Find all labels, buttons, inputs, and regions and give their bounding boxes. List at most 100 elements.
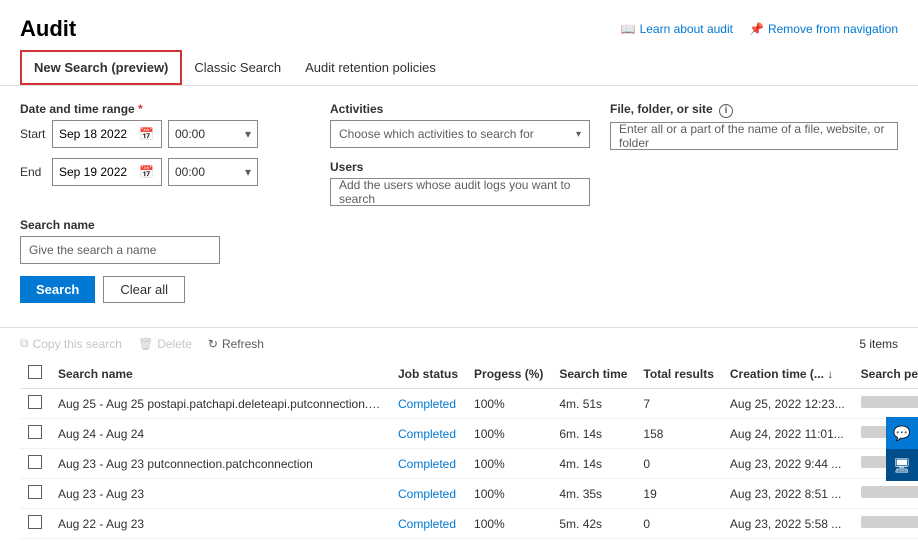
start-calendar-icon[interactable]: 📅	[139, 127, 154, 141]
results-toolbar: ⧉ Copy this search 🗑 Delete ↻ Refresh 5 …	[0, 327, 918, 359]
col-job-status: Job status	[390, 359, 466, 389]
row4-status[interactable]: Completed	[390, 479, 466, 509]
results-table: Search name Job status Progess (%) Searc…	[20, 359, 918, 539]
header-links: 📖 Learn about audit 📌 Remove from naviga…	[621, 22, 898, 36]
monitor-button[interactable]: 🖥	[886, 449, 918, 481]
row2-status[interactable]: Completed	[390, 419, 466, 449]
row5-checkbox[interactable]	[28, 515, 42, 529]
row4-search-name[interactable]: Aug 23 - Aug 23	[50, 479, 390, 509]
tab-new-search[interactable]: New Search (preview)	[20, 50, 182, 85]
search-name-label: Search name	[20, 218, 898, 232]
start-date-field[interactable]	[59, 127, 135, 141]
col-performed-by: Search performed by	[853, 359, 918, 389]
row4-progress: 100%	[466, 479, 551, 509]
row1-user-blurred	[861, 396, 918, 408]
row5-search-name[interactable]: Aug 22 - Aug 23	[50, 509, 390, 539]
row5-status[interactable]: Completed	[390, 509, 466, 539]
date-time-label: Date and time range *	[20, 102, 310, 116]
start-date-input[interactable]: 📅	[52, 120, 162, 148]
row3-status[interactable]: Completed	[390, 449, 466, 479]
book-icon: 📖	[621, 22, 636, 36]
file-label: File, folder, or site i	[610, 102, 898, 118]
row3-search-name[interactable]: Aug 23 - Aug 23 putconnection.patchconne…	[50, 449, 390, 479]
row1-checkbox[interactable]	[28, 395, 42, 409]
row4-performed-by	[853, 479, 918, 509]
users-input[interactable]: Add the users whose audit logs you want …	[330, 178, 590, 206]
row2-checkbox[interactable]	[28, 425, 42, 439]
row4-checkbox[interactable]	[28, 485, 42, 499]
end-date-input[interactable]: 📅	[52, 158, 162, 186]
start-date-row: Start 📅 00:00 ▾	[20, 120, 310, 148]
clear-all-button[interactable]: Clear all	[103, 276, 185, 303]
row2-total-results: 158	[635, 419, 721, 449]
col-progress: Progess (%)	[466, 359, 551, 389]
audit-page: Audit 📖 Learn about audit 📌 Remove from …	[0, 0, 918, 541]
row5-performed-by	[853, 509, 918, 539]
refresh-button[interactable]: ↻ Refresh	[208, 337, 264, 351]
row5-checkbox-cell	[20, 509, 50, 539]
learn-about-audit-link[interactable]: 📖 Learn about audit	[621, 22, 733, 36]
file-input[interactable]: Enter all or a part of the name of a fil…	[610, 122, 898, 150]
row5-user-blurred	[861, 516, 918, 528]
row3-checkbox[interactable]	[28, 455, 42, 469]
row5-progress: 100%	[466, 509, 551, 539]
search-button[interactable]: Search	[20, 276, 95, 303]
file-placeholder: Enter all or a part of the name of a fil…	[619, 122, 889, 150]
info-icon[interactable]: i	[719, 104, 733, 118]
row3-creation-time: Aug 23, 2022 9:44 ...	[722, 449, 853, 479]
table-row: Aug 23 - Aug 23 Completed 100% 4m. 35s 1…	[20, 479, 918, 509]
monitor-icon: 🖥	[893, 457, 911, 474]
trash-icon: 🗑	[138, 337, 153, 351]
form-top-row: Date and time range * Start 📅 00:00 ▾ En…	[20, 102, 898, 206]
end-calendar-icon[interactable]: 📅	[139, 165, 154, 179]
row4-search-time: 4m. 35s	[551, 479, 635, 509]
delete-button[interactable]: 🗑 Delete	[138, 337, 192, 351]
end-time-value: 00:00	[175, 165, 205, 179]
col-search-name: Search name	[50, 359, 390, 389]
row3-checkbox-cell	[20, 449, 50, 479]
users-placeholder: Add the users whose audit logs you want …	[339, 178, 581, 206]
copy-search-button[interactable]: ⧉ Copy this search	[20, 336, 122, 351]
row1-performed-by	[853, 389, 918, 419]
row2-search-name[interactable]: Aug 24 - Aug 24	[50, 419, 390, 449]
activities-chevron-icon: ▾	[576, 129, 581, 140]
row1-total-results: 7	[635, 389, 721, 419]
row4-checkbox-cell	[20, 479, 50, 509]
table-header: Search name Job status Progess (%) Searc…	[20, 359, 918, 389]
row1-status[interactable]: Completed	[390, 389, 466, 419]
col-creation-time[interactable]: Creation time (... ↓	[722, 359, 853, 389]
start-time-value: 00:00	[175, 127, 205, 141]
tab-classic-search[interactable]: Classic Search	[182, 50, 293, 85]
toolbar-left: ⧉ Copy this search 🗑 Delete ↻ Refresh	[20, 336, 264, 351]
row5-creation-time: Aug 23, 2022 5:58 ...	[722, 509, 853, 539]
chat-icon: 💬	[893, 425, 910, 442]
chat-button[interactable]: 💬	[886, 417, 918, 449]
row4-creation-time: Aug 23, 2022 8:51 ...	[722, 479, 853, 509]
item-count: 5 items	[859, 337, 898, 351]
page-title: Audit	[20, 16, 76, 42]
pin-icon: 📌	[749, 22, 764, 36]
table-row: Aug 24 - Aug 24 Completed 100% 6m. 14s 1…	[20, 419, 918, 449]
remove-from-nav-link[interactable]: 📌 Remove from navigation	[749, 22, 898, 36]
search-form: Date and time range * Start 📅 00:00 ▾ En…	[0, 86, 918, 319]
end-time-select[interactable]: 00:00 ▾	[168, 158, 258, 186]
row1-search-name[interactable]: Aug 25 - Aug 25 postapi.patchapi.deletea…	[50, 389, 390, 419]
row1-progress: 100%	[466, 389, 551, 419]
table-body: Aug 25 - Aug 25 postapi.patchapi.deletea…	[20, 389, 918, 539]
row2-search-time: 6m. 14s	[551, 419, 635, 449]
end-date-field[interactable]	[59, 165, 135, 179]
search-name-input[interactable]: Give the search a name	[20, 236, 220, 264]
row1-creation-time: Aug 25, 2022 12:23...	[722, 389, 853, 419]
table-header-row: Search name Job status Progess (%) Searc…	[20, 359, 918, 389]
activities-dropdown[interactable]: Choose which activities to search for ▾	[330, 120, 590, 148]
row1-search-time: 4m. 51s	[551, 389, 635, 419]
activities-placeholder: Choose which activities to search for	[339, 127, 534, 141]
floating-action-panel: 💬 🖥	[886, 417, 918, 481]
start-time-select[interactable]: 00:00 ▾	[168, 120, 258, 148]
table-row: Aug 23 - Aug 23 putconnection.patchconne…	[20, 449, 918, 479]
row1-checkbox-cell	[20, 389, 50, 419]
select-all-checkbox[interactable]	[28, 365, 42, 379]
date-time-section: Date and time range * Start 📅 00:00 ▾ En…	[20, 102, 310, 192]
table-row: Aug 22 - Aug 23 Completed 100% 5m. 42s 0…	[20, 509, 918, 539]
tab-retention-policies[interactable]: Audit retention policies	[293, 50, 448, 85]
